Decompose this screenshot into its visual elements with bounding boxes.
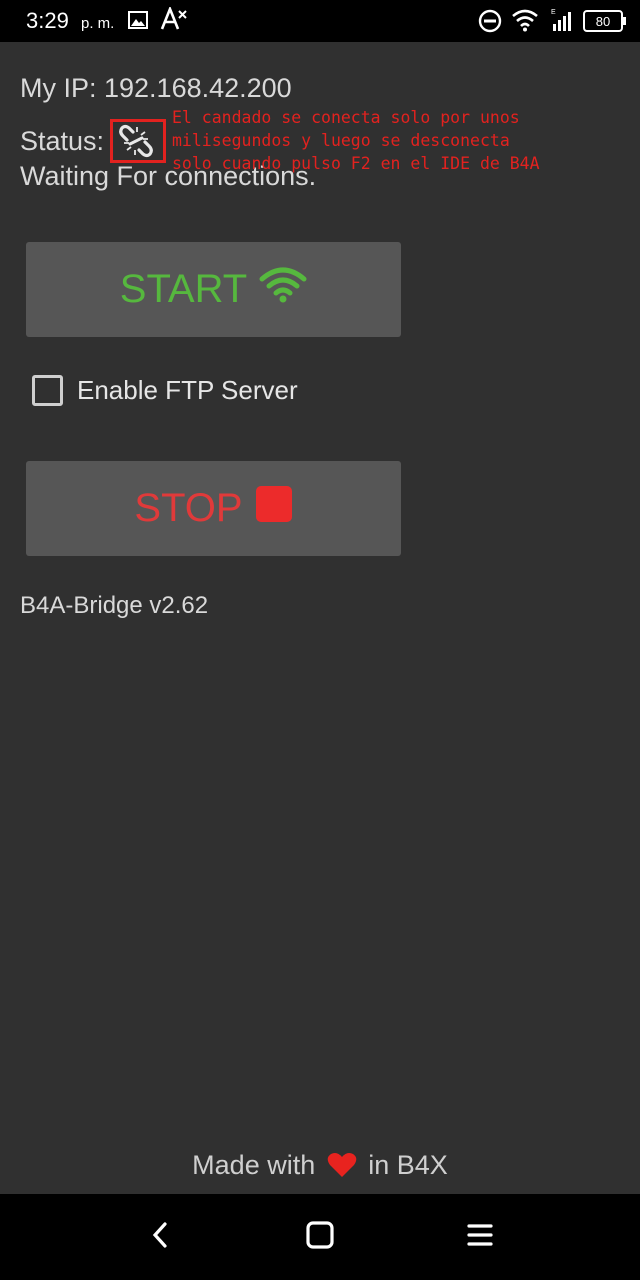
annotation-text: El candado se conecta solo por unos mili… bbox=[172, 108, 540, 173]
stop-square-icon bbox=[255, 485, 293, 533]
heart-icon bbox=[327, 1152, 357, 1185]
clock: 3:29 bbox=[26, 8, 69, 33]
stop-button[interactable]: STOP bbox=[26, 461, 401, 556]
status-bar: 3:29 p. m. E 80 bbox=[0, 0, 640, 42]
start-button-label: START bbox=[119, 267, 248, 311]
stop-button-label: STOP bbox=[134, 486, 243, 530]
start-button[interactable]: START bbox=[26, 242, 401, 337]
annotation-highlight-box bbox=[110, 119, 166, 163]
home-icon bbox=[306, 1220, 334, 1254]
wifi-icon bbox=[511, 8, 539, 37]
footer: Made with in B4X bbox=[0, 1150, 640, 1185]
ftp-checkbox-row[interactable]: Enable FTP Server bbox=[32, 375, 298, 406]
svg-text:E: E bbox=[551, 9, 556, 16]
menu-icon bbox=[466, 1221, 494, 1254]
ip-address-label: My IP: 192.168.42.200 bbox=[20, 73, 292, 103]
home-button[interactable] bbox=[295, 1214, 345, 1260]
battery-level: 80 bbox=[596, 14, 610, 29]
wifi-icon bbox=[259, 267, 307, 313]
status-label: Status: bbox=[20, 126, 105, 156]
navigation-bar bbox=[0, 1194, 640, 1280]
back-icon bbox=[150, 1221, 170, 1254]
back-button[interactable] bbox=[135, 1214, 185, 1260]
ftp-checkbox[interactable] bbox=[32, 375, 63, 406]
image-icon bbox=[128, 11, 148, 34]
version-label: B4A-Bridge v2.62 bbox=[20, 592, 209, 619]
text-format-icon bbox=[160, 5, 188, 36]
signal-icon: E bbox=[550, 8, 574, 37]
do-not-disturb-icon bbox=[478, 9, 502, 38]
footer-in-b4x: in B4X bbox=[368, 1150, 448, 1180]
menu-button[interactable] bbox=[455, 1214, 505, 1260]
clock-ampm: p. m. bbox=[81, 15, 115, 32]
battery-icon: 80 bbox=[583, 10, 627, 37]
ftp-checkbox-label: Enable FTP Server bbox=[77, 375, 298, 405]
footer-made-with: Made with bbox=[192, 1150, 316, 1180]
